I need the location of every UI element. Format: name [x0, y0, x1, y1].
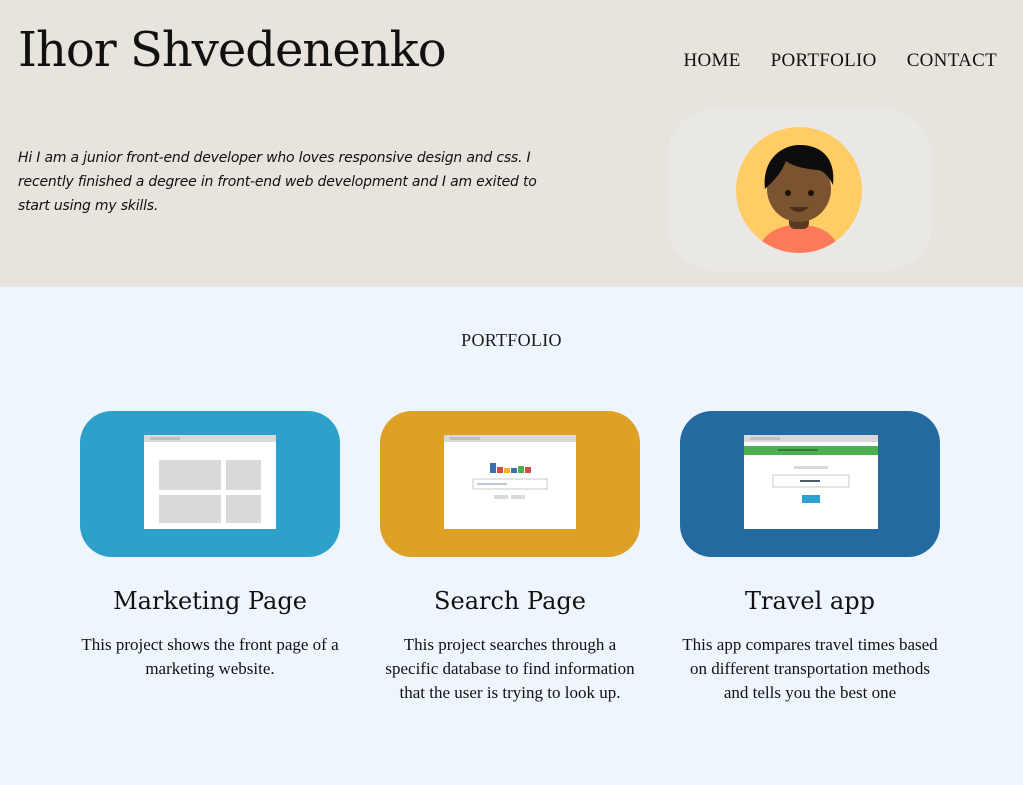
avatar-icon [736, 127, 862, 253]
main-nav: HOME PORTFOLIO CONTACT [683, 50, 997, 72]
portfolio-card-search[interactable]: Search Page This project searches throug… [380, 411, 640, 705]
card-title: Travel app [745, 587, 875, 615]
travel-app-icon [744, 435, 878, 529]
card-description: This app compares travel times based on … [682, 635, 938, 702]
marketing-page-icon [144, 435, 276, 529]
site-title: Ihor Shvedenenko [18, 22, 447, 78]
search-page-thumbnail[interactable] [380, 411, 640, 557]
search-page-icon [444, 435, 576, 529]
marketing-page-thumbnail[interactable] [80, 411, 340, 557]
card-description: This project searches through a specific… [385, 635, 635, 702]
portfolio-heading: PORTFOLIO [461, 330, 562, 350]
card-title: Marketing Page [113, 587, 307, 615]
portfolio-card-travel[interactable]: Travel app This app compares travel time… [680, 411, 940, 705]
nav-contact-link[interactable]: CONTACT [907, 50, 997, 72]
card-title: Search Page [434, 587, 586, 615]
portfolio-card-marketing[interactable]: Marketing Page This project shows the fr… [80, 411, 340, 681]
card-description: This project shows the front page of a m… [81, 635, 339, 678]
portfolio-section: PORTFOLIO Marketing Page This project sh… [0, 287, 1023, 785]
hero-header: Ihor Shvedenenko HOME PORTFOLIO CONTACT … [0, 0, 1023, 287]
nav-portfolio-link[interactable]: PORTFOLIO [771, 50, 877, 72]
nav-home-link[interactable]: HOME [683, 50, 740, 72]
travel-app-thumbnail[interactable] [680, 411, 940, 557]
avatar-frame [667, 109, 932, 271]
intro-text: Hi I am a junior front-end developer who… [18, 150, 537, 214]
